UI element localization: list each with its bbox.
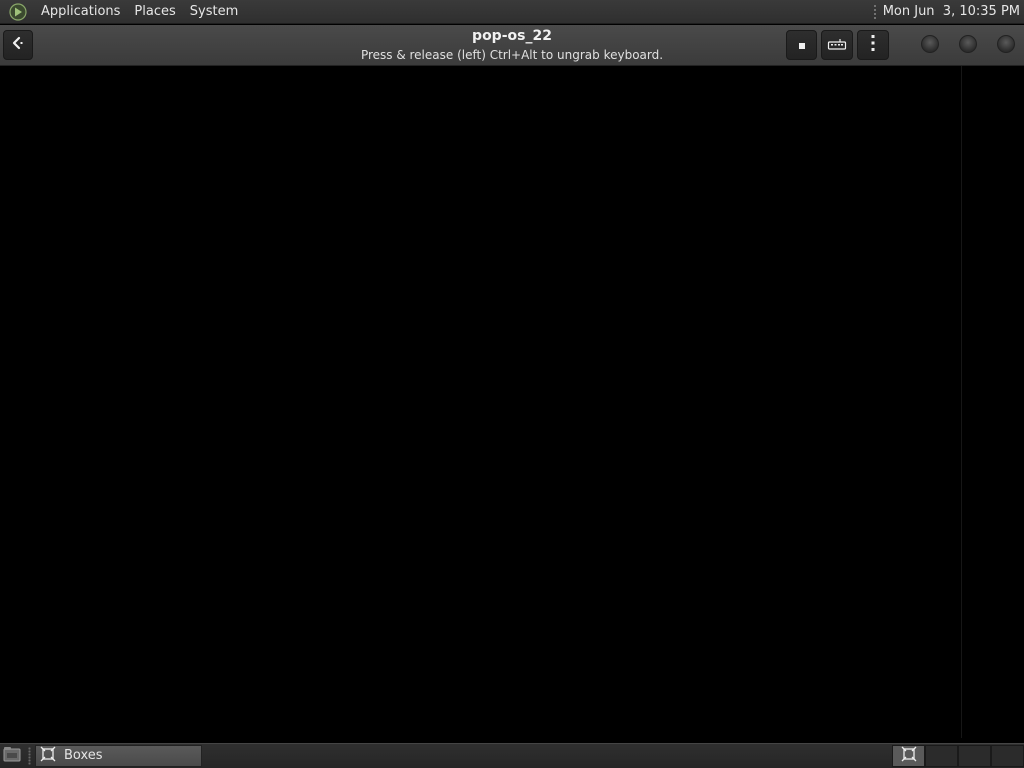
display-divider <box>961 66 962 738</box>
menu-places[interactable]: Places <box>127 0 182 24</box>
maximize-window-button[interactable] <box>959 35 977 53</box>
window-header-bar: pop-os_22 Press & release (left) Ctrl+Al… <box>0 25 1024 66</box>
mate-logo-icon[interactable] <box>8 2 28 22</box>
boxes-app-icon <box>901 746 917 766</box>
stop-button[interactable] <box>786 30 817 60</box>
back-arrow-icon <box>10 35 26 55</box>
show-desktop-icon <box>3 746 21 766</box>
close-window-button[interactable] <box>997 35 1015 53</box>
vertical-ellipsis-icon <box>870 34 876 56</box>
send-keys-button[interactable] <box>821 30 853 60</box>
taskbar-handle[interactable] <box>28 747 31 765</box>
panel-drag-handle[interactable] <box>872 3 877 20</box>
bottom-panel: Boxes <box>0 743 1024 768</box>
workspace-3[interactable] <box>958 745 991 767</box>
keyboard-icon <box>827 36 847 55</box>
vm-menu-button[interactable] <box>857 30 889 60</box>
minimize-window-button[interactable] <box>921 35 939 53</box>
workspace-4[interactable] <box>991 745 1024 767</box>
stop-icon <box>797 36 807 55</box>
show-desktop-button[interactable] <box>2 747 22 765</box>
workspace-1[interactable] <box>892 745 925 767</box>
boxes-app-icon <box>40 746 56 766</box>
menu-applications[interactable]: Applications <box>34 0 127 24</box>
menu-system[interactable]: System <box>183 0 245 24</box>
clock[interactable]: Mon Jun 3, 10:35 PM <box>883 4 1024 19</box>
taskbar-item-boxes[interactable]: Boxes <box>35 745 202 767</box>
panel-menu-bar: Applications Places System <box>0 0 245 24</box>
back-button[interactable] <box>3 30 33 60</box>
vm-display[interactable] <box>0 66 1024 743</box>
workspace-2[interactable] <box>925 745 958 767</box>
top-panel: Applications Places System Mon Jun 3, 10… <box>0 0 1024 24</box>
taskbar-item-label: Boxes <box>64 748 103 763</box>
